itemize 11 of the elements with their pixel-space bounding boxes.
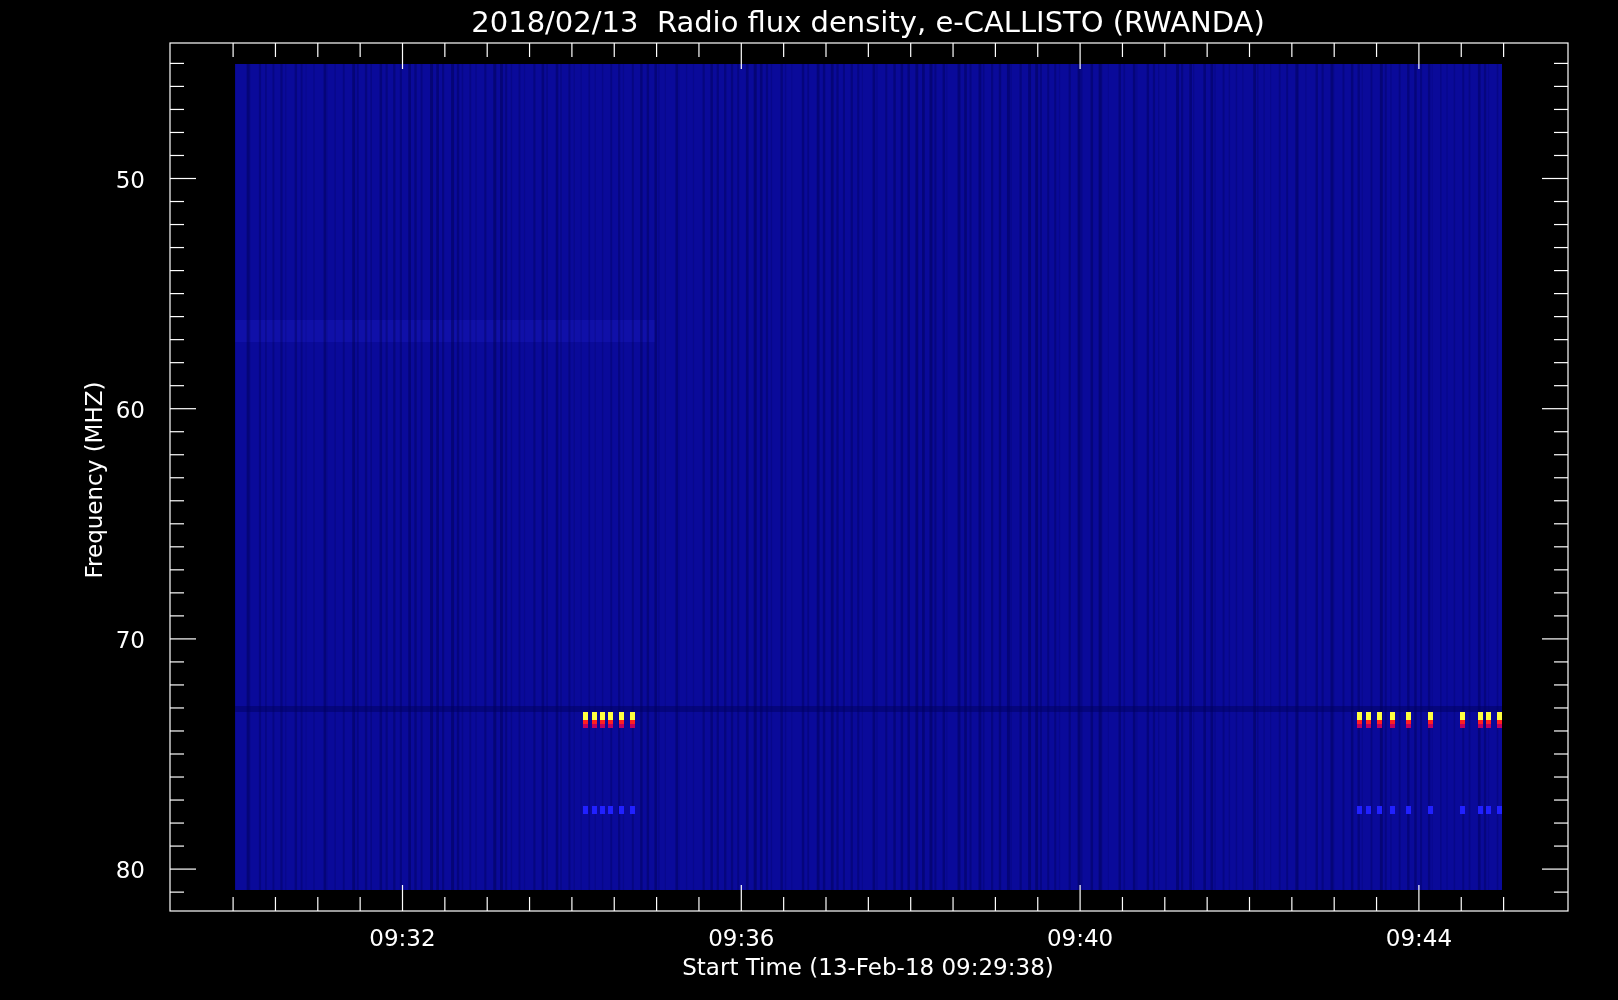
axis-label: Start Time (13-Feb-18 09:29:38) [682,954,1054,980]
chart-title: 2018/02/13 Radio flux density, e-CALLISTO (RWANDA) [471,5,1265,39]
tick-label: 09:36 [708,925,775,951]
tick-label: 09:44 [1385,925,1453,951]
tick-label: 60 [115,396,145,423]
tick-label: 70 [115,626,145,653]
axis-label: Frequency (MHZ) [81,381,107,579]
tick-label: 09:32 [369,925,436,951]
tick-label: 80 [115,857,145,884]
tick-label: 50 [115,166,145,193]
tick-label: 09:40 [1046,925,1114,951]
